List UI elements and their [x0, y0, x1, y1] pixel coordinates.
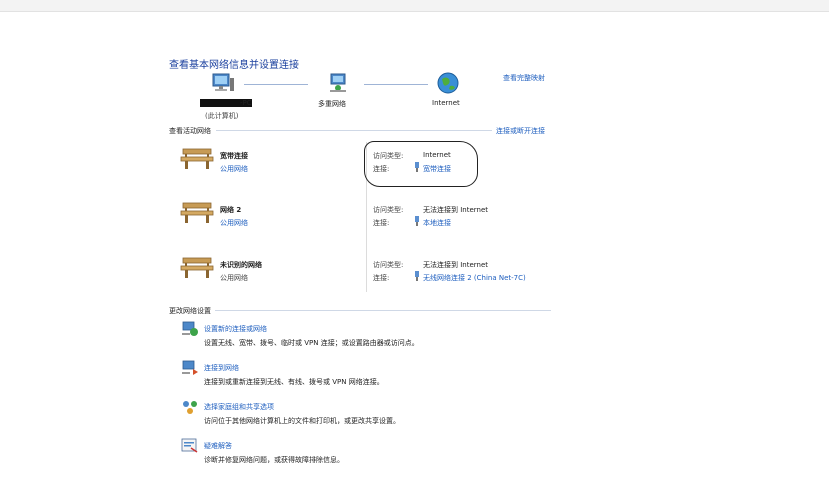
setup-connection-link[interactable]: 设置新的连接或网络 [204, 324, 267, 334]
network-type-link[interactable]: 公用网络 [220, 164, 248, 174]
access-type-value: 无法连接到 Internet [423, 261, 489, 269]
access-type-label: 访问类型: [373, 261, 404, 269]
hand-drawn-annotation-circle [364, 141, 478, 187]
active-networks-divider [216, 130, 492, 131]
connect-to-network-link[interactable]: 连接到网络 [204, 363, 239, 373]
homegroup-sharing-icon [183, 401, 197, 414]
connection-link[interactable]: 本地连接 [423, 218, 451, 228]
access-type-value: 无法连接到 Internet [423, 206, 489, 214]
bench-public-network-icon [180, 148, 214, 169]
computer-sub-label: (此计算机) [205, 112, 239, 120]
connections-label: 连接: [373, 219, 390, 227]
network-name: 宽带连接 [220, 152, 248, 160]
homegroup-sharing-link[interactable]: 选择家庭组和共享选项 [204, 402, 274, 412]
top-toolbar-strip [0, 0, 829, 12]
homegroup-sharing-desc: 访问位于其他网络计算机上的文件和打印机，或更改共享设置。 [204, 417, 400, 425]
connection-link[interactable]: 无线网络连接 2 (China Net-7C) [423, 273, 526, 283]
connect-to-network-icon [182, 360, 198, 375]
bench-public-network-icon [180, 257, 214, 278]
map-connector-2 [364, 84, 428, 85]
bench-public-network-icon [180, 202, 214, 223]
multiple-networks-icon[interactable] [326, 72, 352, 94]
setup-connection-icon [182, 321, 198, 336]
connections-label: 连接: [373, 274, 390, 282]
network-name: 网络 2 [220, 206, 242, 214]
page-title: 查看基本网络信息并设置连接 [169, 60, 299, 71]
connect-disconnect-link[interactable]: 连接或断开连接 [496, 126, 545, 136]
access-type-label: 访问类型: [373, 206, 404, 214]
network-type-text: 公用网络 [220, 274, 248, 282]
computer-icon[interactable] [210, 72, 236, 94]
connect-to-network-desc: 连接到或重新连接到无线、有线、拨号或 VPN 网络连接。 [204, 378, 384, 386]
change-settings-divider [215, 310, 551, 311]
full-map-link[interactable]: 查看完整映射 [503, 73, 545, 83]
setup-connection-desc: 设置无线、宽带、拨号、临时或 VPN 连接；或设置路由器或访问点。 [204, 339, 419, 347]
active-networks-heading: 查看活动网络 [169, 127, 211, 135]
troubleshoot-desc: 诊断并修复网络问题，或获得故障排除信息。 [204, 456, 344, 464]
change-settings-heading: 更改网络设置 [169, 307, 211, 315]
connection-icon [415, 216, 419, 226]
internet-globe-icon[interactable] [436, 71, 460, 95]
internet-label: Internet [432, 99, 460, 107]
computer-name: -PC [240, 99, 252, 107]
network-type-link[interactable]: 公用网络 [220, 218, 248, 228]
map-connector-1 [244, 84, 308, 85]
network-name: 未识别的网络 [220, 261, 262, 269]
multiple-networks-label: 多重网络 [318, 100, 346, 108]
troubleshoot-icon [181, 438, 198, 453]
wireless-connection-icon [415, 271, 419, 281]
troubleshoot-link[interactable]: 疑难解答 [204, 441, 232, 451]
